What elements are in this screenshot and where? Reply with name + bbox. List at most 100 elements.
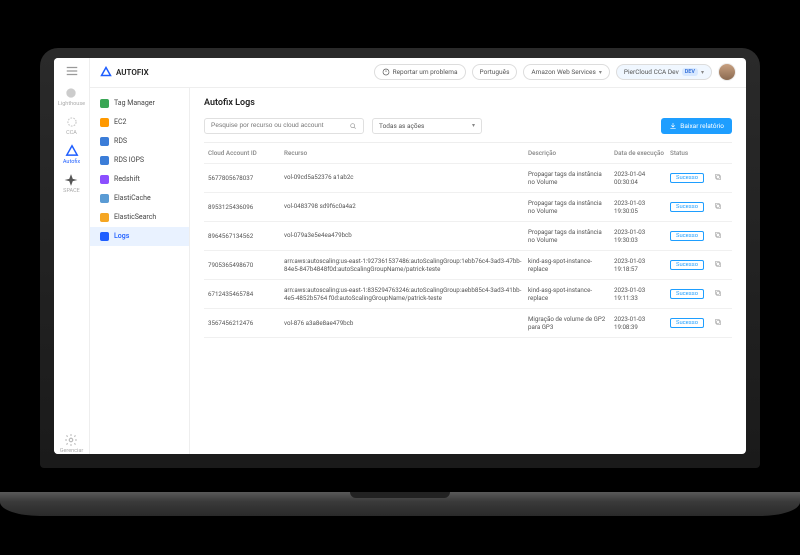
account-select[interactable]: PierCloud CCA Dev DEV ▾ <box>616 64 712 80</box>
account-label: PierCloud CCA Dev <box>624 68 679 76</box>
cell-resource: vol-0483798 sd9f6c0a4a2 <box>284 202 522 210</box>
cell-description: Propagar tags da instância no Volume <box>528 228 608 244</box>
elasticache-icon <box>100 194 109 203</box>
cell-resource: arn:aws:autoscaling:us-east-1:9273615374… <box>284 257 522 273</box>
table-row: 896456713456​2 vol-079a3e5e4ea479bcb Propa… <box>204 222 732 251</box>
ec2-icon <box>100 118 109 127</box>
cell-status: Sucesso <box>670 173 708 183</box>
cell-description: kind-asg-spot-instance-replace <box>528 286 608 302</box>
sidebar-item-elasticache[interactable]: ElastiCache <box>90 189 189 208</box>
status-badge: Sucesso <box>670 318 704 328</box>
rail-item-lighthouse[interactable]: Lighthouse <box>58 86 85 107</box>
download-label: Baixar relatório <box>680 122 724 130</box>
col-resource: Recurso <box>284 149 522 157</box>
rail-item-space[interactable]: SPACE <box>63 173 80 194</box>
col-description: Descrição <box>528 149 608 157</box>
filter-label: Todas as ações <box>379 122 424 130</box>
env-badge: DEV <box>682 68 698 76</box>
cloud-provider-select[interactable]: Amazon Web Services ▾ <box>523 64 609 80</box>
language-select[interactable]: Português <box>472 64 518 80</box>
cell-description: kind-asg-spot-instance-replace <box>528 257 608 273</box>
brand-logo-icon <box>100 66 112 78</box>
status-badge: Sucesso <box>670 173 704 183</box>
logs-icon <box>100 232 109 241</box>
cell-account: 790536549867​0 <box>208 261 278 269</box>
cell-resource: vol-079a3e5e4ea479bcb <box>284 231 522 239</box>
chevron-down-icon: ▾ <box>701 69 704 76</box>
table-row: 671243546578​4arn:aws:autoscaling:us-eas… <box>204 280 732 309</box>
cell-account: 896456713456​2 <box>208 232 278 240</box>
controls-row: Todas as ações ▾ Baixar relatório <box>204 118 732 134</box>
sidebar-item-label: RDS <box>114 137 127 145</box>
rail-label: Autofix <box>63 159 80 165</box>
space-icon <box>64 173 78 187</box>
elasticsearch-icon <box>100 213 109 222</box>
cell-resource: vol-09cd5a52376 a1ab2c <box>284 173 522 181</box>
global-nav-rail: Lighthouse CCA Autofix SPACE Gerenc <box>54 58 90 454</box>
table-row: 567780567803​7 vol-09cd5a52376 a1ab2c Prop… <box>204 164 732 193</box>
status-badge: Sucesso <box>670 260 704 270</box>
brand-name: AUTOFIX <box>116 68 149 77</box>
rail-item-cca[interactable]: CCA <box>65 115 79 136</box>
sidebar-item-rds-iops[interactable]: RDS IOPS <box>90 151 189 170</box>
search-input-wrapper[interactable] <box>204 118 364 134</box>
copy-button[interactable] <box>714 231 728 241</box>
cell-account: 895312543609​6 <box>208 203 278 211</box>
action-filter-select[interactable]: Todas as ações ▾ <box>372 118 482 134</box>
cell-account: 567780567803​7 <box>208 174 278 182</box>
cell-description: Propagar tags da instância no Volume <box>528 199 608 215</box>
download-report-button[interactable]: Baixar relatório <box>661 118 732 134</box>
search-icon <box>349 122 357 130</box>
cell-description: Migração de volume de GP2 para GP3 <box>528 315 608 331</box>
table-row: 790536549867​0 arn:aws:autoscaling:us-eas… <box>204 251 732 280</box>
cell-account: 671243546578​4 <box>208 290 278 298</box>
download-icon <box>669 122 677 130</box>
search-input[interactable] <box>211 122 345 129</box>
rds-icon <box>100 137 109 146</box>
laptop-base <box>0 492 800 516</box>
table-row: 895312543609​6 vol-0483798 sd9f6c0a4a2 Pro… <box>204 193 732 222</box>
report-problem-button[interactable]: Reportar um problema <box>374 64 466 80</box>
report-label: Reportar um problema <box>393 68 458 76</box>
rail-label: Lighthouse <box>58 101 85 107</box>
cell-date: 2023-01-03 19:11:33 <box>614 286 664 302</box>
rds-iops-icon <box>100 156 109 165</box>
sidebar-item-label: Tag Manager <box>114 99 155 107</box>
copy-button[interactable] <box>714 289 728 299</box>
cell-resource: vol-876 a3a8e8ae479bcb <box>284 319 522 327</box>
cloud-label: Amazon Web Services <box>531 68 595 76</box>
copy-button[interactable] <box>714 173 728 183</box>
cell-account: 356745621247​6 <box>208 319 278 327</box>
rail-item-autofix[interactable]: Autofix <box>63 144 80 165</box>
rail-item-manage[interactable]: Gerenciar <box>60 433 84 454</box>
rail-label: CCA <box>66 130 77 136</box>
sidebar-item-ec2[interactable]: EC2 <box>90 113 189 132</box>
sidebar-item-logs[interactable]: Logs <box>90 227 189 246</box>
sidebar-item-label: Logs <box>114 232 129 240</box>
copy-button[interactable] <box>714 318 728 328</box>
topbar: AUTOFIX Reportar um problema Português A… <box>90 58 746 88</box>
tag-icon <box>100 99 109 108</box>
copy-button[interactable] <box>714 202 728 212</box>
cell-description: Propagar tags da instância no Volume <box>528 170 608 186</box>
copy-button[interactable] <box>714 260 728 270</box>
cell-status: Sucesso <box>670 231 708 241</box>
status-badge: Sucesso <box>670 202 704 212</box>
sidebar-item-tag-manager[interactable]: Tag Manager <box>90 94 189 113</box>
sidebar-item-label: EC2 <box>114 118 126 126</box>
sidebar: Tag Manager EC2 RDS RDS IOPS Redshift El… <box>90 88 190 454</box>
autofix-icon <box>65 144 79 158</box>
cca-icon <box>65 115 79 129</box>
main-content: Autofix Logs Todas as ações ▾ <box>190 88 746 454</box>
gear-icon <box>64 433 78 447</box>
sidebar-item-label: RDS IOPS <box>114 156 144 164</box>
menu-toggle[interactable] <box>65 64 79 78</box>
status-badge: Sucesso <box>670 289 704 299</box>
sidebar-item-redshift[interactable]: Redshift <box>90 170 189 189</box>
cell-date: 2023-01-04 00:30:04 <box>614 170 664 186</box>
rail-label: SPACE <box>63 188 80 194</box>
sidebar-item-rds[interactable]: RDS <box>90 132 189 151</box>
user-avatar[interactable] <box>718 63 736 81</box>
sidebar-item-elasticsearch[interactable]: ElasticSearch <box>90 208 189 227</box>
col-account: Cloud Account ID <box>208 149 278 157</box>
